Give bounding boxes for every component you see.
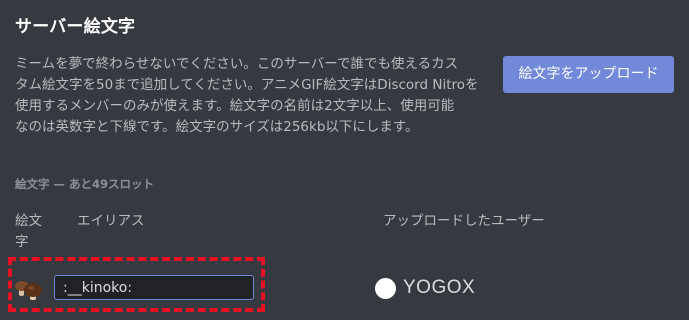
avatar	[375, 277, 396, 299]
emoji-alias-input[interactable]	[54, 275, 254, 300]
column-header-emoji: 絵文字	[15, 213, 42, 250]
column-header-alias: エイリアス	[77, 213, 145, 229]
page-title: サーバー絵文字	[15, 17, 136, 37]
uploader-name: YOGOX	[403, 277, 476, 298]
emoji-slots-header: 絵文字 — あと49スロット	[15, 177, 155, 191]
column-header-uploader: アップロードしたユーザー	[383, 213, 545, 229]
emoji-uploader: YOGOX	[375, 276, 475, 300]
mushroom-icon	[14, 276, 46, 302]
emoji-description: ミームを夢で終わらせないでください。このサーバーで誰でも使えるカス タム絵文字を…	[15, 56, 479, 135]
upload-emoji-button[interactable]: 絵文字をアップロード	[503, 56, 674, 93]
